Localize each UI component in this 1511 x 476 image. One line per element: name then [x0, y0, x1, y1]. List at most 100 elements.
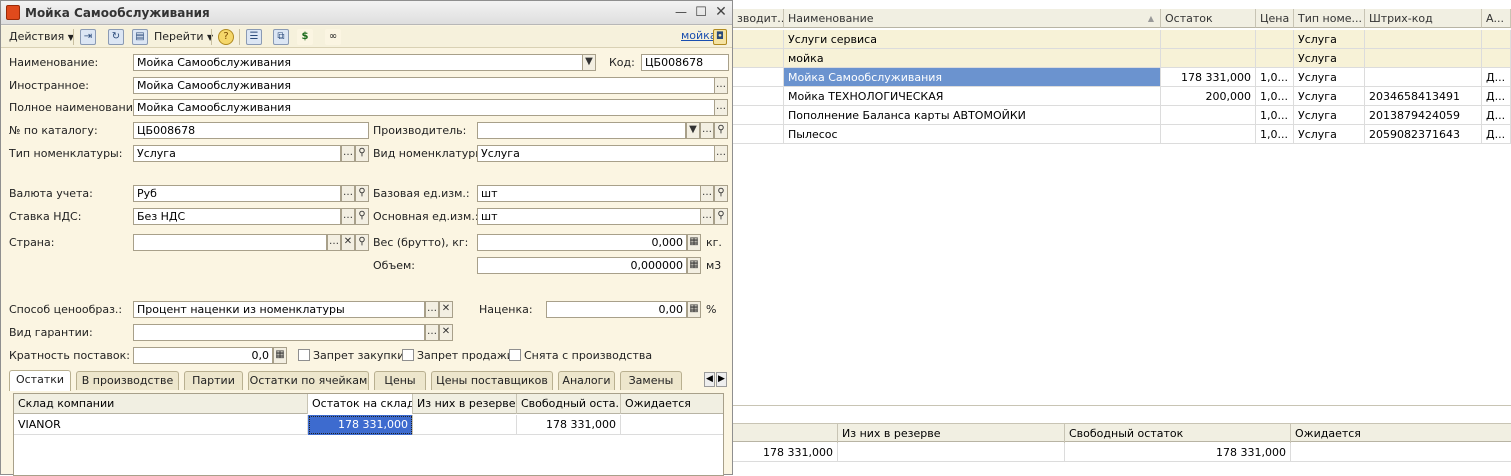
- country-clear-icon[interactable]: ✕: [341, 234, 355, 251]
- goto-menu[interactable]: Перейти ▼: [154, 28, 213, 46]
- main-unit-search-icon[interactable]: ⚲: [714, 208, 728, 225]
- stock-grid-header-warehouse[interactable]: Склад компании: [14, 394, 308, 414]
- pricing-method-input[interactable]: Процент наценки из номенклатуры: [133, 301, 425, 318]
- item-link[interactable]: мойка: [681, 29, 717, 42]
- lock-icon[interactable]: ◘: [713, 29, 727, 45]
- vat-rate-input[interactable]: Без НДС: [133, 208, 341, 225]
- catalog-number-input[interactable]: ЦБ008678: [133, 122, 369, 139]
- tab-stock[interactable]: Остатки: [9, 370, 71, 391]
- tab-scroll-left-icon[interactable]: ◀: [704, 372, 715, 387]
- stock-grid-header-expected[interactable]: Ожидается: [621, 394, 723, 414]
- save-icon[interactable]: ⇥: [80, 29, 96, 45]
- price-icon[interactable]: $: [297, 29, 313, 45]
- summary-header-expected[interactable]: Ожидается: [1291, 424, 1511, 443]
- maximize-icon[interactable]: ☐: [693, 5, 709, 20]
- nomenclature-type-search-icon[interactable]: ⚲: [355, 145, 369, 162]
- tab-prices[interactable]: Цены: [374, 371, 426, 390]
- country-search-icon[interactable]: ⚲: [355, 234, 369, 251]
- stock-grid-header-stock[interactable]: Остаток на складе: [308, 394, 413, 414]
- name-dropdown[interactable]: ▼: [582, 54, 596, 71]
- copy-icon[interactable]: ⧉: [273, 29, 289, 45]
- refresh-icon[interactable]: ↻: [108, 29, 124, 45]
- tab-in-production[interactable]: В производстве: [76, 371, 179, 390]
- producer-dropdown[interactable]: ▼: [686, 122, 700, 139]
- tab-supplier-prices[interactable]: Цены поставщиков: [431, 371, 553, 390]
- pricing-method-clear-icon[interactable]: ✕: [439, 301, 453, 318]
- producer-input[interactable]: [477, 122, 686, 139]
- base-unit-search-icon[interactable]: ⚲: [714, 185, 728, 202]
- actions-menu[interactable]: Действия ▼: [9, 28, 74, 46]
- document-icon[interactable]: ▤: [132, 29, 148, 45]
- tab-analogs[interactable]: Аналоги: [558, 371, 615, 390]
- vat-rate-select-button[interactable]: …: [341, 208, 355, 225]
- summary-row[interactable]: 178 331,000 178 331,000: [733, 443, 1511, 462]
- markup-input[interactable]: 0,00: [546, 301, 687, 318]
- list-row[interactable]: Мойка ТЕХНОЛОГИЧЕСКАЯ 200,000 1,0... Усл…: [733, 87, 1511, 106]
- markup-calculator-icon[interactable]: ▦: [687, 301, 701, 318]
- nomenclature-kind-input[interactable]: Услуга: [477, 145, 715, 162]
- summary-header-reserve[interactable]: Из них в резерве: [838, 424, 1065, 443]
- currency-search-icon[interactable]: ⚲: [355, 185, 369, 202]
- col-header-type[interactable]: Тип номе...: [1294, 9, 1365, 28]
- col-header-price[interactable]: Цена: [1256, 9, 1294, 28]
- base-unit-select-button[interactable]: …: [700, 185, 714, 202]
- minimize-icon[interactable]: —: [673, 5, 689, 20]
- col-header-producer[interactable]: зводит...: [733, 9, 784, 28]
- close-icon[interactable]: ✕: [713, 5, 729, 20]
- nomenclature-type-input[interactable]: Услуга: [133, 145, 341, 162]
- volume-calculator-icon[interactable]: ▦: [687, 257, 701, 274]
- warranty-type-clear-icon[interactable]: ✕: [439, 324, 453, 341]
- col-header-extra[interactable]: А...: [1482, 9, 1511, 28]
- currency-input[interactable]: Руб: [133, 185, 341, 202]
- col-header-stock[interactable]: Остаток: [1161, 9, 1256, 28]
- list-icon[interactable]: ☰: [246, 29, 262, 45]
- country-input[interactable]: [133, 234, 327, 251]
- stock-grid-header-free[interactable]: Свободный оста...: [517, 394, 621, 414]
- warranty-type-select-button[interactable]: …: [425, 324, 439, 341]
- multiplicity-calculator-icon[interactable]: ▦: [273, 347, 287, 364]
- name-input[interactable]: Мойка Самообслуживания: [133, 54, 583, 71]
- foreign-name-select-button[interactable]: …: [714, 77, 728, 94]
- sale-ban-checkbox[interactable]: [402, 349, 414, 361]
- purchase-ban-checkbox[interactable]: [298, 349, 310, 361]
- window-titlebar[interactable]: Мойка Самообслуживания — ☐ ✕: [1, 1, 732, 25]
- currency-select-button[interactable]: …: [341, 185, 355, 202]
- producer-search-icon[interactable]: ⚲: [714, 122, 728, 139]
- tab-replacements[interactable]: Замены: [620, 371, 682, 390]
- pricing-method-select-button[interactable]: …: [425, 301, 439, 318]
- full-name-select-button[interactable]: …: [714, 99, 728, 116]
- list-row-selected[interactable]: Мойка Самообслуживания 178 331,000 1,0..…: [733, 68, 1511, 87]
- main-unit-select-button[interactable]: …: [700, 208, 714, 225]
- summary-header-free[interactable]: Свободный остаток: [1065, 424, 1291, 443]
- code-input[interactable]: ЦБ008678: [641, 54, 729, 71]
- discontinued-checkbox[interactable]: [509, 349, 521, 361]
- stock-grid-row[interactable]: VIANOR 178 331,000 178 331,000: [14, 415, 723, 435]
- list-group-row[interactable]: Услуги сервиса Услуга: [733, 30, 1511, 49]
- list-row[interactable]: Пылесос 1,0... Услуга 2059082371643 Д...: [733, 125, 1511, 144]
- list-row[interactable]: Пополнение Баланса карты АВТОМОЙКИ 1,0..…: [733, 106, 1511, 125]
- col-header-barcode[interactable]: Штрих-код: [1365, 9, 1482, 28]
- country-select-button[interactable]: …: [327, 234, 341, 251]
- binoculars-icon[interactable]: ∞: [325, 29, 341, 45]
- stock-grid-cell-stock[interactable]: 178 331,000: [308, 415, 413, 435]
- volume-input[interactable]: 0,000000: [477, 257, 687, 274]
- producer-select-button[interactable]: …: [700, 122, 714, 139]
- tab-stock-by-cells[interactable]: Остатки по ячейкам: [248, 371, 369, 390]
- foreign-name-input[interactable]: Мойка Самообслуживания: [133, 77, 715, 94]
- stock-grid-header-reserve[interactable]: Из них в резерве: [413, 394, 517, 414]
- tab-scroll-right-icon[interactable]: ▶: [716, 372, 727, 387]
- warranty-type-input[interactable]: [133, 324, 425, 341]
- full-name-input[interactable]: Мойка Самообслуживания: [133, 99, 715, 116]
- tab-batches[interactable]: Партии: [184, 371, 243, 390]
- nomenclature-type-select-button[interactable]: …: [341, 145, 355, 162]
- nomenclature-kind-select-button[interactable]: …: [714, 145, 728, 162]
- help-icon[interactable]: ?: [218, 29, 234, 45]
- delivery-multiplicity-input[interactable]: 0,0: [133, 347, 273, 364]
- weight-input[interactable]: 0,000: [477, 234, 687, 251]
- weight-calculator-icon[interactable]: ▦: [687, 234, 701, 251]
- main-unit-input[interactable]: шт: [477, 208, 701, 225]
- base-unit-input[interactable]: шт: [477, 185, 701, 202]
- list-group-row[interactable]: мойка Услуга: [733, 49, 1511, 68]
- vat-rate-search-icon[interactable]: ⚲: [355, 208, 369, 225]
- col-header-name[interactable]: Наименование ▲: [784, 9, 1161, 28]
